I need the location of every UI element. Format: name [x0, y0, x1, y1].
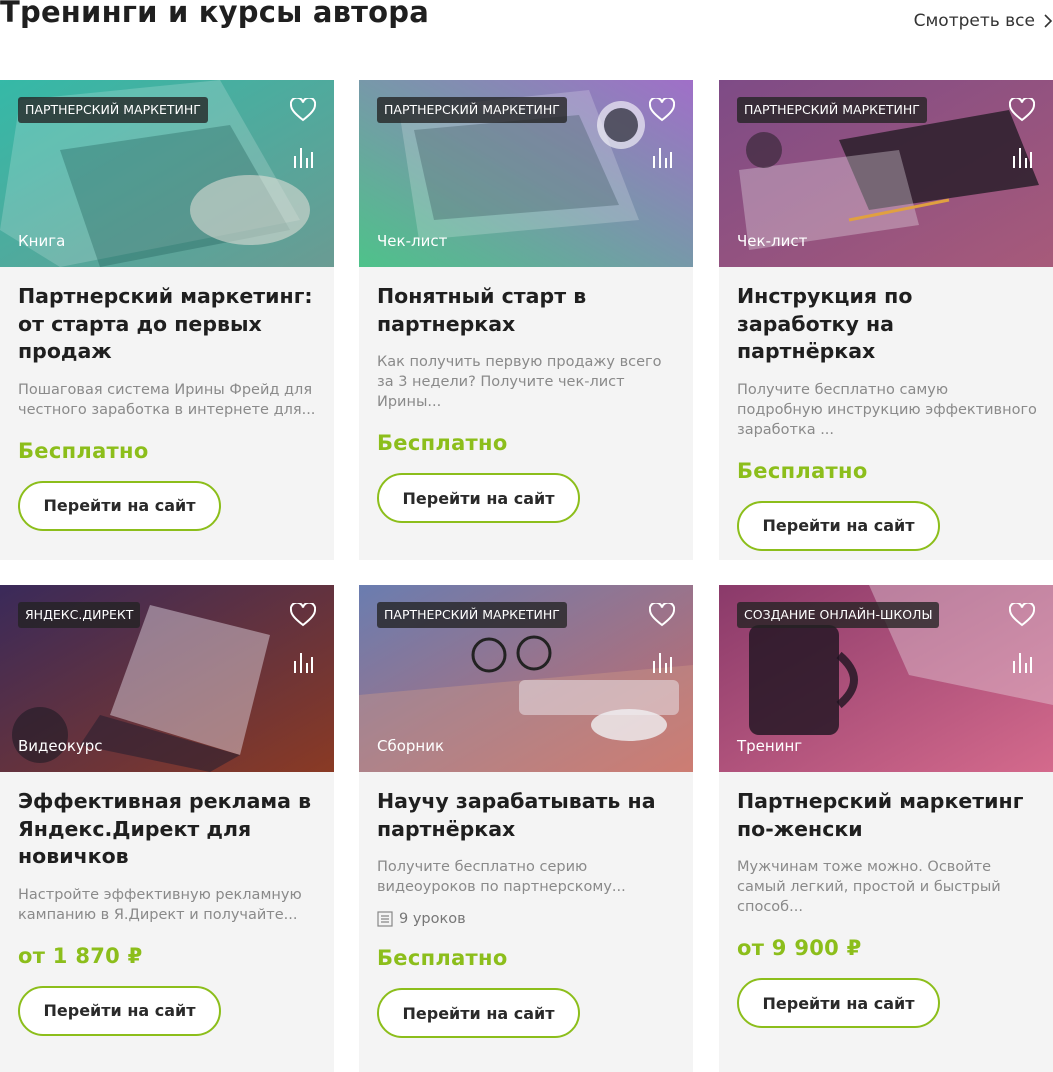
card-description: Настройте эффективную рекламную кампанию… — [18, 886, 302, 923]
price: Бесплатно — [18, 438, 149, 463]
card-description: Пошаговая система Ирины Фрейд для честно… — [18, 381, 316, 418]
price: Бесплатно — [737, 458, 868, 483]
stats-icon[interactable] — [1012, 651, 1032, 673]
card-description: Как получить первую продажу всего за 3 н… — [377, 354, 662, 410]
card-title[interactable]: Эффективная реклама в Яндекс.Директ для … — [18, 788, 318, 871]
stats-icon[interactable] — [293, 651, 313, 673]
card-image[interactable]: СОЗДАНИЕ ОНЛАЙН-ШКОЛЫ Тренинг — [719, 585, 1053, 772]
go-to-site-button[interactable]: Перейти на сайт — [737, 978, 940, 1028]
category-badge: СОЗДАНИЕ ОНЛАЙН-ШКОЛЫ — [737, 602, 940, 628]
lessons-label: 9 уроков — [399, 911, 466, 927]
list-icon — [377, 911, 393, 927]
card-image[interactable]: ПАРТНЕРСКИЙ МАРКЕТИНГ Сборник — [359, 585, 693, 772]
product-type: Тренинг — [737, 737, 803, 755]
heart-icon[interactable] — [1009, 603, 1035, 627]
product-type: Книга — [18, 232, 66, 250]
card-description: Получите бесплатно серию видеоуроков по … — [377, 859, 626, 895]
category-badge: ПАРТНЕРСКИЙ МАРКЕТИНГ — [18, 97, 208, 123]
card-image[interactable]: ЯНДЕКС.ДИРЕКТ Видеокурс — [0, 585, 334, 772]
price: Бесплатно — [377, 946, 508, 970]
go-to-site-button[interactable]: Перейти на сайт — [377, 473, 580, 523]
stats-icon[interactable] — [652, 651, 672, 673]
product-type: Сборник — [377, 737, 445, 755]
price: Бесплатно — [377, 431, 508, 455]
see-all-link[interactable]: Смотреть все — [914, 9, 1053, 33]
price: от 9 900 ₽ — [737, 936, 862, 960]
product-type: Чек-лист — [737, 232, 808, 250]
category-badge: ПАРТНЕРСКИЙ МАРКЕТИНГ — [377, 97, 567, 123]
course-card: ПАРТНЕРСКИЙ МАРКЕТИНГ Книга Партнерский … — [0, 80, 334, 560]
go-to-site-button[interactable]: Перейти на сайт — [18, 480, 221, 531]
card-description: Мужчинам тоже можно. Освойте самый легки… — [737, 859, 1001, 915]
card-description: Получите бесплатно самую подробную инстр… — [737, 381, 1037, 438]
card-body: Понятный старт в партнерках Как получить… — [377, 267, 677, 523]
page-title: Тренинги и курсы автора — [0, 0, 430, 29]
stats-icon[interactable] — [652, 146, 672, 168]
category-badge: ПАРТНЕРСКИЙ МАРКЕТИНГ — [377, 602, 567, 628]
go-to-site-button[interactable]: Перейти на сайт — [737, 500, 940, 551]
card-image[interactable]: ПАРТНЕРСКИЙ МАРКЕТИНГ Чек-лист — [359, 80, 693, 267]
course-card: ПАРТНЕРСКИЙ МАРКЕТИНГ Чек-лист Понятный … — [359, 80, 693, 560]
section-header: Тренинги и курсы автора Смотреть все — [0, 0, 1053, 40]
product-type: Видеокурс — [18, 737, 103, 755]
card-image[interactable]: ПАРТНЕРСКИЙ МАРКЕТИНГ Книга — [0, 80, 334, 267]
card-body: Эффективная реклама в Яндекс.Директ для … — [18, 772, 318, 1036]
card-title[interactable]: Инструкция по заработку на партнёрках — [737, 283, 1037, 366]
chevron-right-icon — [1044, 14, 1053, 28]
stats-icon[interactable] — [1012, 146, 1032, 168]
card-title[interactable]: Научу зарабатывать на партнёрках — [377, 788, 677, 843]
go-to-site-button[interactable]: Перейти на сайт — [377, 988, 580, 1038]
card-body: Партнерский маркетинг: от старта до перв… — [18, 267, 318, 531]
card-body: Инструкция по заработку на партнёрках По… — [737, 267, 1037, 551]
product-type: Чек-лист — [377, 232, 448, 250]
course-card: ПАРТНЕРСКИЙ МАРКЕТИНГ Сборник Научу зара… — [359, 585, 693, 1072]
card-body: Партнерский маркетинг по-женски Мужчинам… — [737, 772, 1037, 1028]
go-to-site-button[interactable]: Перейти на сайт — [18, 985, 221, 1036]
card-title[interactable]: Понятный старт в партнерках — [377, 283, 677, 338]
heart-icon[interactable] — [290, 603, 316, 627]
card-title[interactable]: Партнерский маркетинг: от старта до перв… — [18, 283, 318, 366]
category-badge: ЯНДЕКС.ДИРЕКТ — [18, 602, 141, 628]
price: от 1 870 ₽ — [18, 943, 143, 968]
course-card: СОЗДАНИЕ ОНЛАЙН-ШКОЛЫ Тренинг Партнерски… — [719, 585, 1053, 1072]
course-card: ПАРТНЕРСКИЙ МАРКЕТИНГ Чек-лист Инструкци… — [719, 80, 1053, 560]
stats-icon[interactable] — [293, 146, 313, 168]
heart-icon[interactable] — [649, 98, 675, 122]
heart-icon[interactable] — [290, 98, 316, 122]
heart-icon[interactable] — [649, 603, 675, 627]
category-badge: ПАРТНЕРСКИЙ МАРКЕТИНГ — [737, 97, 927, 123]
see-all-label: Смотреть все — [913, 11, 1035, 31]
card-body: Научу зарабатывать на партнёрках Получит… — [377, 772, 677, 1038]
card-image[interactable]: ПАРТНЕРСКИЙ МАРКЕТИНГ Чек-лист — [719, 80, 1053, 267]
heart-icon[interactable] — [1009, 98, 1035, 122]
lessons-count: 9 уроков — [377, 911, 677, 927]
card-title[interactable]: Партнерский маркетинг по-женски — [737, 788, 1037, 843]
course-card: ЯНДЕКС.ДИРЕКТ Видеокурс Эффективная рекл… — [0, 585, 334, 1072]
